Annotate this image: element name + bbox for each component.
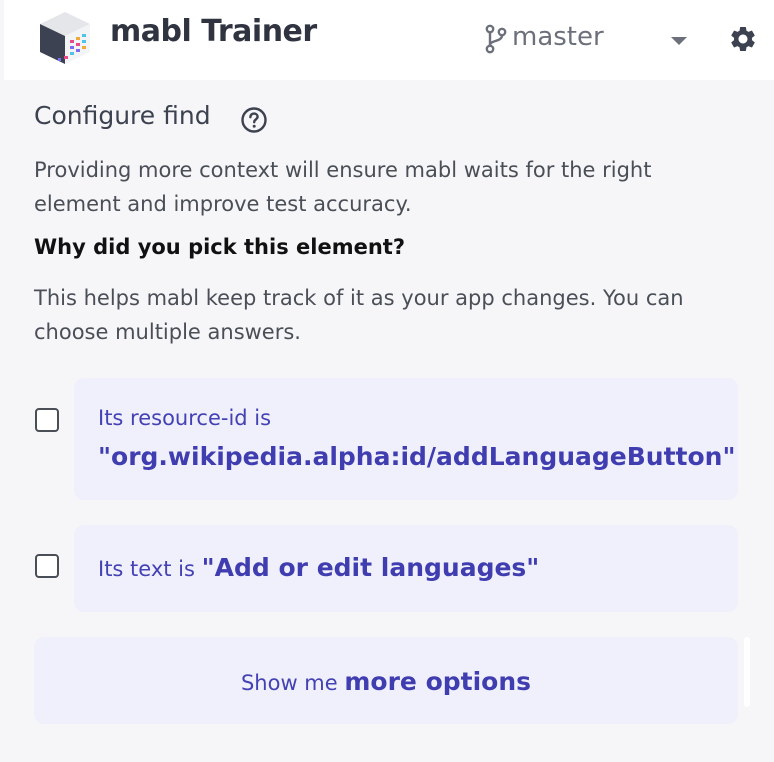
section-title: Configure find (34, 101, 211, 130)
more-prefix: Show me (240, 671, 345, 695)
app-title: mabl Trainer (110, 14, 317, 49)
question-circle-icon[interactable] (240, 106, 268, 134)
branch-selector[interactable]: master (512, 22, 604, 52)
gear-icon[interactable] (728, 24, 758, 54)
section-description: Providing more context will ensure mabl … (34, 158, 652, 216)
option-checkbox-text[interactable] (35, 554, 59, 578)
option-card-text[interactable]: Its text is "Add or edit languages" (74, 525, 738, 612)
option-prefix: Its resource-id is (98, 406, 272, 430)
option-checkbox-resource-id[interactable] (35, 408, 59, 432)
question-hint: This helps mabl keep track of it as your… (34, 286, 684, 344)
git-branch-icon[interactable] (484, 24, 508, 54)
option-value: "org.wikipedia.alpha:id/addLanguageButto… (98, 442, 736, 471)
option-prefix: Its text is (98, 557, 202, 581)
option-card-resource-id[interactable]: Its resource-id is "org.wikipedia.alpha:… (74, 378, 738, 500)
mabl-cube-logo-icon (40, 12, 90, 64)
scrollbar[interactable] (744, 637, 750, 707)
option-line: Its text is "Add or edit languages" (98, 553, 539, 582)
chevron-down-icon[interactable] (671, 37, 687, 45)
more-emphasis: more options (344, 667, 532, 696)
top-bar: mabl Trainer master (4, 0, 774, 80)
more-options-label: Show me more options (34, 667, 738, 696)
option-value: "Add or edit languages" (201, 553, 540, 582)
question-heading: Why did you pick this element? (34, 235, 405, 259)
show-more-options-button[interactable]: Show me more options (34, 637, 738, 724)
